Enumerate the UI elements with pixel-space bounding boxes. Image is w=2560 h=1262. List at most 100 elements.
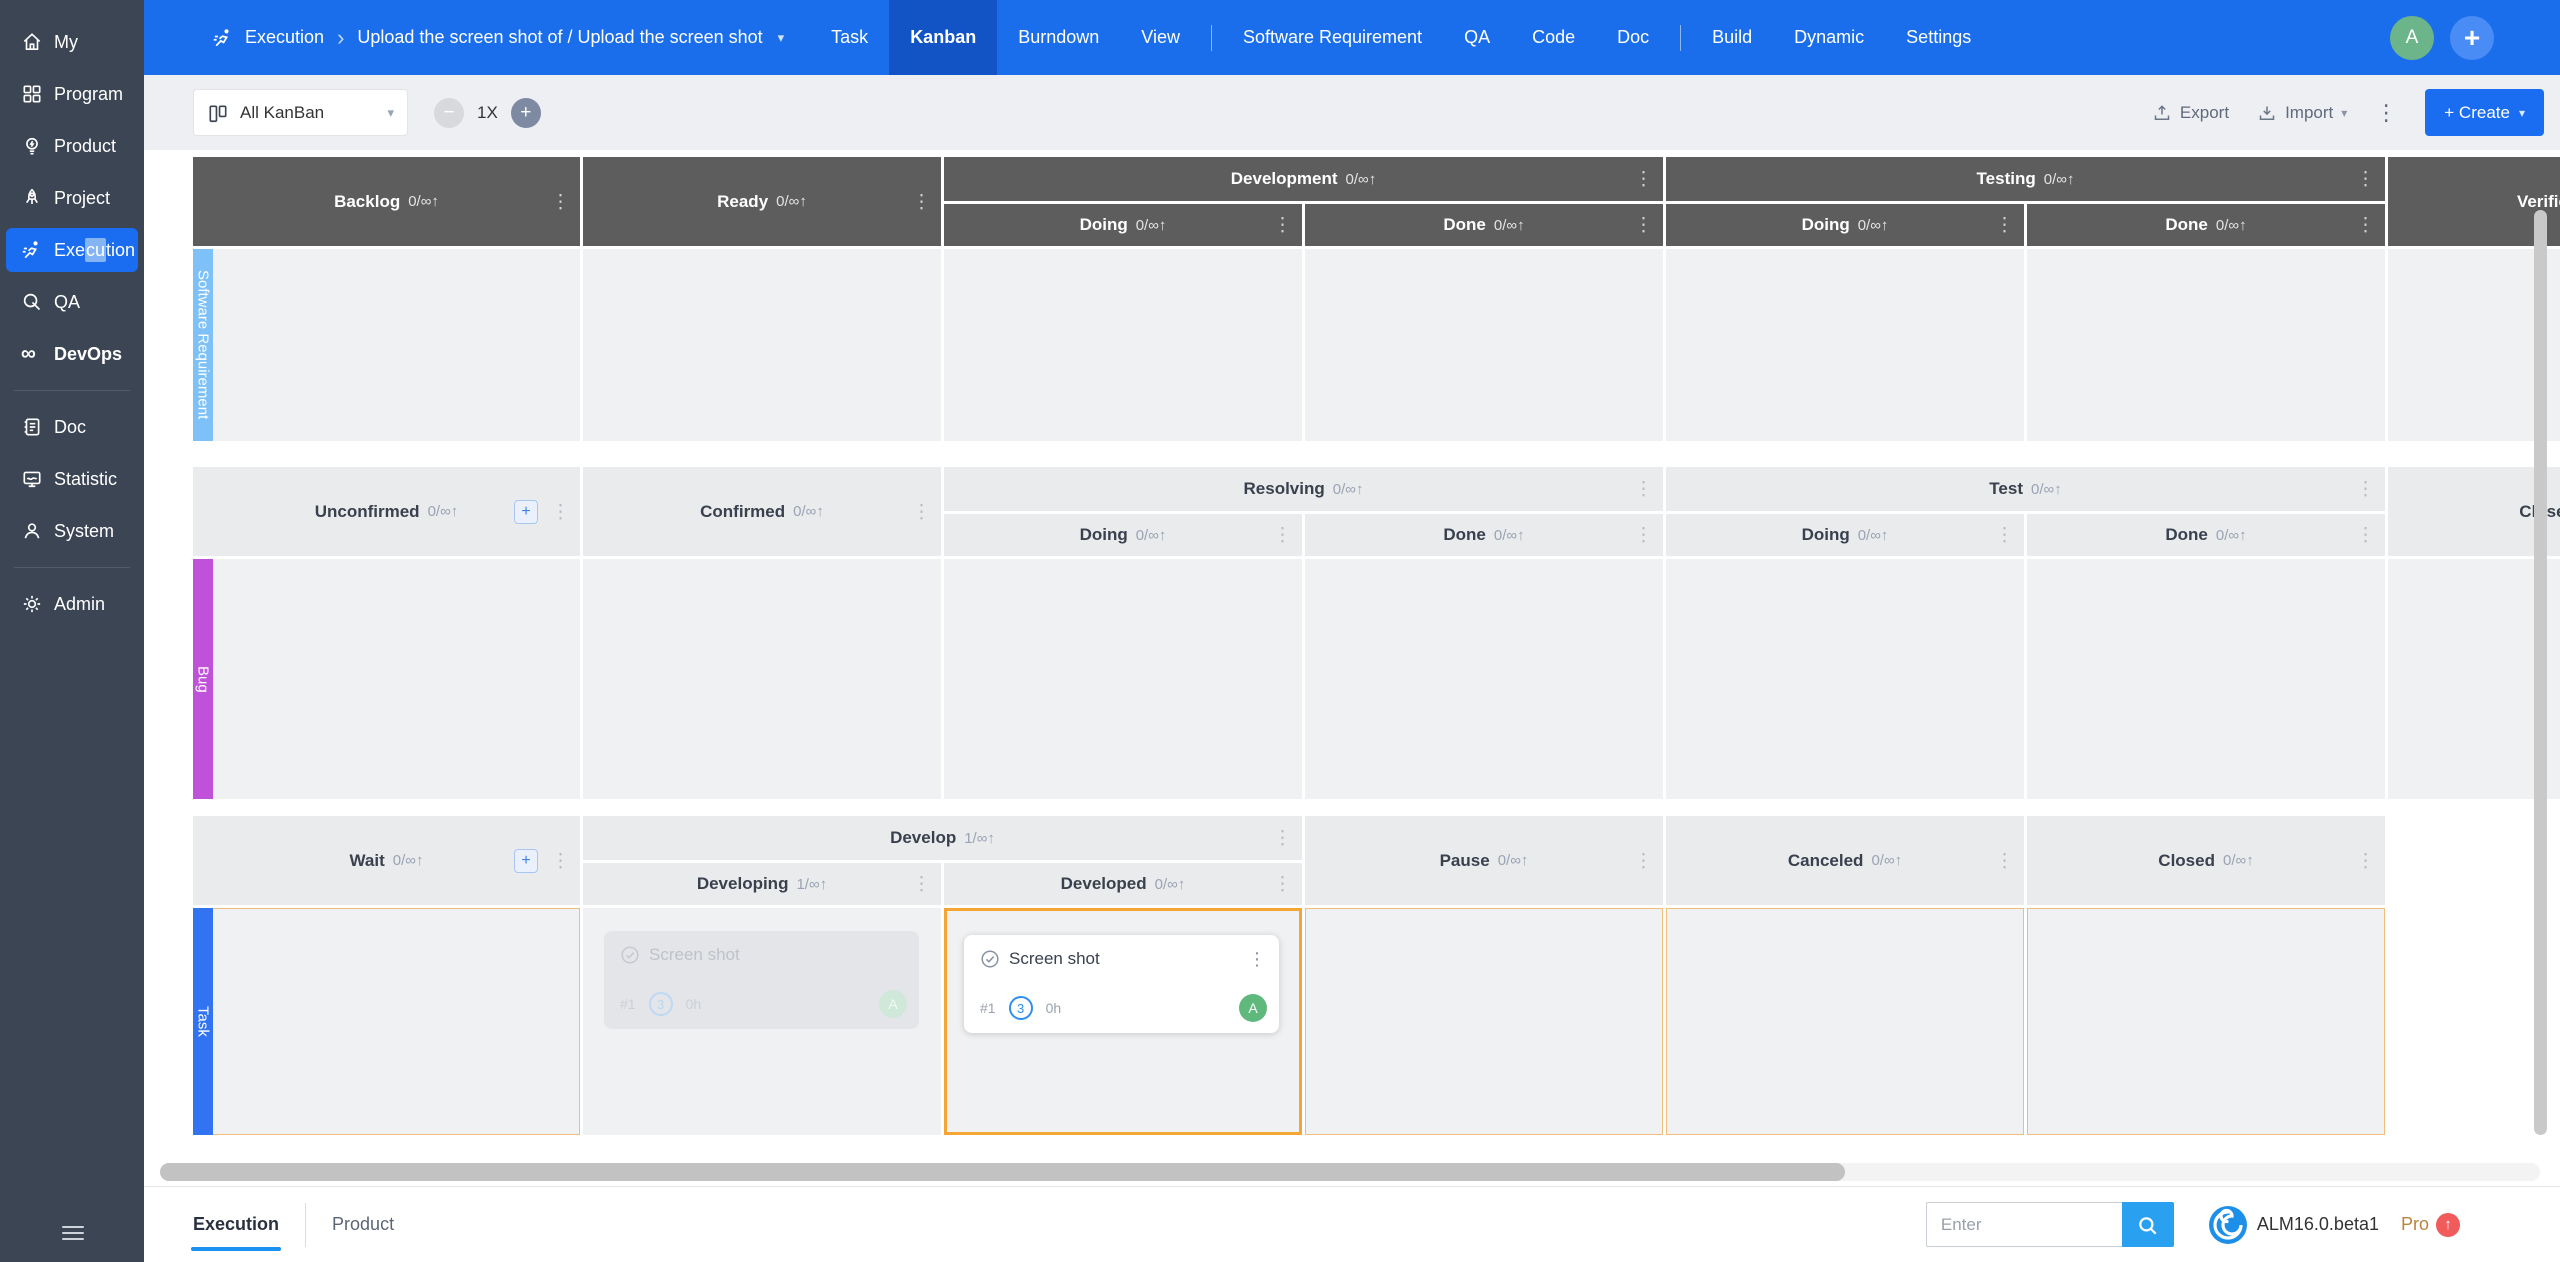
search-button[interactable]	[2121, 1202, 2174, 1247]
zoom-out-button[interactable]: −	[434, 97, 464, 128]
tab-task[interactable]: Task	[810, 0, 889, 75]
sidebar: My Program Product Project Execution QA …	[0, 0, 144, 1262]
task-card[interactable]: Screen shot ⋮ #1 3 0h A	[964, 935, 1279, 1033]
sidebar-item-devops[interactable]: ∞ DevOps	[6, 332, 138, 376]
cell-backlog[interactable]	[193, 249, 580, 441]
cell-development-doing[interactable]	[944, 249, 1302, 441]
column-header-test-doing: Doing 0/∞↑ ⋮	[1666, 514, 2024, 556]
search-icon	[2137, 1215, 2159, 1235]
cell-testing-done[interactable]	[2027, 249, 2385, 441]
sidebar-item-admin[interactable]: Admin	[6, 582, 138, 626]
grid-icon	[21, 83, 43, 105]
sidebar-item-program[interactable]: Program	[6, 72, 138, 116]
column-menu-icon[interactable]: ⋮	[1634, 216, 1653, 235]
column-menu-icon[interactable]: ⋮	[1273, 216, 1292, 235]
priority-badge: 3	[648, 992, 673, 1016]
card-avatar[interactable]: A	[1239, 994, 1267, 1022]
tab-code[interactable]: Code	[1511, 0, 1596, 75]
kanban-select[interactable]: All KanBan ▾	[193, 89, 408, 136]
cell-wait[interactable]	[193, 908, 580, 1135]
caret-down-icon: ▾	[2341, 105, 2348, 120]
tab-qa[interactable]: QA	[1443, 0, 1511, 75]
column-menu-icon[interactable]: ⋮	[1995, 216, 2014, 235]
tab-doc[interactable]: Doc	[1596, 0, 1670, 75]
column-menu-icon[interactable]: ⋮	[1273, 875, 1292, 894]
column-menu-icon[interactable]: ⋮	[912, 875, 931, 894]
column-menu-icon[interactable]: ⋮	[1273, 829, 1292, 848]
tab-settings[interactable]: Settings	[1885, 0, 1992, 75]
column-menu-icon[interactable]: ⋮	[2356, 216, 2375, 235]
vertical-scrollbar-thumb[interactable]	[2534, 210, 2547, 1135]
horizontal-scrollbar-thumb[interactable]	[160, 1163, 1845, 1181]
horizontal-scrollbar[interactable]	[160, 1163, 2540, 1181]
column-menu-icon[interactable]: ⋮	[2356, 526, 2375, 545]
column-menu-icon[interactable]: ⋮	[912, 502, 931, 521]
column-menu-icon[interactable]: ⋮	[2356, 480, 2375, 499]
column-menu-icon[interactable]: ⋮	[1634, 170, 1653, 189]
task-card-ghost: Screen shot #1 3 0h A	[604, 931, 919, 1029]
footer-tab-product[interactable]: Product	[306, 1187, 420, 1262]
zoom-in-button[interactable]: +	[510, 97, 541, 128]
column-menu-icon[interactable]: ⋮	[551, 851, 570, 870]
tab-kanban[interactable]: Kanban	[889, 0, 998, 75]
breadcrumb-title[interactable]: Upload the screen shot of / Upload the s…	[357, 27, 762, 48]
card-menu-icon[interactable]: ⋮	[1248, 950, 1266, 968]
edition-label[interactable]: Pro	[2401, 1214, 2429, 1235]
create-button[interactable]: + Create ▾	[2425, 89, 2544, 136]
cell-ready[interactable]	[583, 249, 941, 441]
cell-testing-doing[interactable]	[1666, 249, 2024, 441]
cell-developing[interactable]: Screen shot #1 3 0h A	[583, 908, 941, 1135]
breadcrumb-section[interactable]: Execution	[245, 27, 324, 48]
cell-pause[interactable]	[1305, 908, 1663, 1135]
card-id: #1	[980, 1000, 996, 1016]
menu-icon[interactable]	[62, 1222, 84, 1244]
footer-tab-execution[interactable]: Execution	[167, 1187, 305, 1262]
column-menu-icon[interactable]: ⋮	[1995, 526, 2014, 545]
tab-view[interactable]: View	[1120, 0, 1201, 75]
upgrade-badge[interactable]: ↑	[2436, 1212, 2460, 1237]
tab-burndown[interactable]: Burndown	[997, 0, 1120, 75]
search-input[interactable]	[1925, 1202, 2122, 1247]
column-menu-icon[interactable]: ⋮	[1634, 851, 1653, 870]
sidebar-item-system[interactable]: System	[6, 509, 138, 553]
sidebar-item-doc[interactable]: Doc	[6, 405, 138, 449]
caret-down-icon[interactable]: ▾	[778, 30, 785, 46]
tab-dynamic[interactable]: Dynamic	[1773, 0, 1885, 75]
cell-test-doing[interactable]	[1666, 559, 2024, 799]
sidebar-item-execution[interactable]: Execution	[6, 228, 138, 272]
sidebar-item-my[interactable]: My	[6, 20, 138, 64]
export-button[interactable]: Export	[2152, 103, 2229, 123]
tab-software-requirement[interactable]: Software Requirement	[1222, 0, 1443, 75]
import-icon	[2257, 103, 2277, 123]
global-add-button[interactable]: +	[2450, 15, 2494, 60]
cell-developed[interactable]: Screen shot ⋮ #1 3 0h A	[944, 908, 1302, 1135]
tab-build[interactable]: Build	[1691, 0, 1773, 75]
cell-confirmed[interactable]	[583, 559, 941, 799]
avatar[interactable]: A	[2390, 15, 2434, 60]
column-menu-icon[interactable]: ⋮	[1634, 526, 1653, 545]
cell-task-closed[interactable]	[2027, 908, 2385, 1135]
cell-canceled[interactable]	[1666, 908, 2024, 1135]
column-menu-icon[interactable]: ⋮	[2356, 851, 2375, 870]
sidebar-item-project[interactable]: Project	[6, 176, 138, 220]
add-card-button[interactable]: +	[514, 499, 538, 524]
cell-unconfirmed[interactable]	[193, 559, 580, 799]
column-menu-icon[interactable]: ⋮	[1273, 526, 1292, 545]
column-menu-icon[interactable]: ⋮	[551, 192, 570, 211]
cell-resolving-done[interactable]	[1305, 559, 1663, 799]
cell-resolving-doing[interactable]	[944, 559, 1302, 799]
column-menu-icon[interactable]: ⋮	[551, 502, 570, 521]
column-menu-icon[interactable]: ⋮	[1634, 480, 1653, 499]
column-header-developed: Developed 0/∞↑ ⋮	[944, 863, 1302, 905]
sidebar-item-statistic[interactable]: Statistic	[6, 457, 138, 501]
column-menu-icon[interactable]: ⋮	[1995, 851, 2014, 870]
cell-test-done[interactable]	[2027, 559, 2385, 799]
cell-development-done[interactable]	[1305, 249, 1663, 441]
column-menu-icon[interactable]: ⋮	[2356, 170, 2375, 189]
more-actions-button[interactable]: ⋮	[2375, 101, 2397, 124]
import-button[interactable]: Import ▾	[2257, 103, 2347, 123]
sidebar-item-qa[interactable]: QA	[6, 280, 138, 324]
column-menu-icon[interactable]: ⋮	[912, 192, 931, 211]
add-card-button[interactable]: +	[514, 848, 538, 873]
sidebar-item-product[interactable]: Product	[6, 124, 138, 168]
